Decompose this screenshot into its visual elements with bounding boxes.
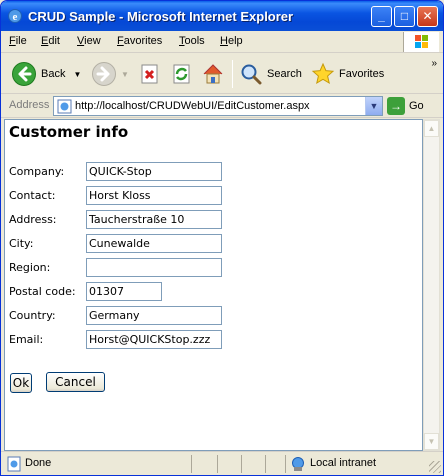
home-button[interactable] <box>201 59 225 89</box>
window-title: CRUD Sample - Microsoft Internet Explore… <box>28 9 294 24</box>
page-icon <box>57 99 72 114</box>
back-button[interactable]: Back ▼ <box>11 59 81 89</box>
home-icon <box>203 64 223 84</box>
page-content: Customer info Company: QUICK-Stop Contac… <box>4 119 423 451</box>
go-label: Go <box>409 100 424 112</box>
menu-favorites[interactable]: Favorites <box>117 35 162 47</box>
toolbar-separator <box>232 60 233 88</box>
address-field-label: Address: <box>9 213 57 226</box>
local-intranet-icon <box>292 457 304 471</box>
postal-code-label: Postal code: <box>9 285 76 298</box>
resize-grip-icon[interactable] <box>429 461 441 473</box>
scroll-down-arrow-icon[interactable]: ▼ <box>424 433 439 450</box>
internet-explorer-icon: e <box>8 9 22 23</box>
contact-label: Contact: <box>9 189 56 202</box>
status-pane <box>241 455 265 473</box>
toolbar: Back ▼ ▼ Search Favorites » <box>1 54 443 94</box>
back-label: Back <box>41 68 66 80</box>
status-pane <box>217 455 241 473</box>
menu-view[interactable]: View <box>77 35 101 47</box>
browser-window: e CRUD Sample - Microsoft Internet Explo… <box>0 0 444 476</box>
search-button[interactable]: Search <box>239 59 302 89</box>
ok-button[interactable]: Ok <box>10 373 32 393</box>
postal-code-input[interactable]: 01307 <box>86 282 162 301</box>
page-title: Customer info <box>9 123 129 141</box>
zone-text: Local intranet <box>310 457 377 469</box>
forward-arrow-icon <box>92 62 116 86</box>
company-label: Company: <box>9 165 65 178</box>
minimize-button[interactable]: _ <box>371 6 392 27</box>
title-bar[interactable]: e CRUD Sample - Microsoft Internet Explo… <box>1 1 443 31</box>
country-label: Country: <box>9 309 56 322</box>
city-label: City: <box>9 237 34 250</box>
status-pane <box>265 455 285 473</box>
search-label: Search <box>267 68 302 80</box>
favorites-star-icon <box>311 62 335 85</box>
email-label: Email: <box>9 333 44 346</box>
stop-button[interactable] <box>139 59 161 89</box>
address-url[interactable]: http://localhost/CRUDWebUI/EditCustomer.… <box>75 100 310 112</box>
address-input[interactable]: http://localhost/CRUDWebUI/EditCustomer.… <box>53 96 383 116</box>
go-arrow-icon: → <box>387 97 405 115</box>
close-button[interactable]: ✕ <box>417 6 438 27</box>
region-input[interactable] <box>86 258 222 277</box>
country-input[interactable]: Germany <box>86 306 222 325</box>
vertical-scrollbar[interactable]: ▲ ▼ <box>423 119 440 451</box>
forward-button[interactable]: ▼ <box>91 59 129 89</box>
cancel-button[interactable]: Cancel <box>46 372 105 392</box>
scroll-up-arrow-icon[interactable]: ▲ <box>424 120 439 137</box>
windows-logo-icon <box>403 32 439 52</box>
company-input[interactable]: QUICK-Stop <box>86 162 222 181</box>
stop-icon <box>141 64 158 84</box>
menu-tools[interactable]: Tools <box>179 35 205 47</box>
menu-edit[interactable]: Edit <box>41 35 60 47</box>
done-page-icon <box>7 456 21 472</box>
favorites-button[interactable]: Favorites <box>311 59 384 89</box>
maximize-button[interactable]: □ <box>394 6 415 27</box>
refresh-icon <box>173 64 190 84</box>
back-dropdown-icon[interactable]: ▼ <box>73 70 81 79</box>
toolbar-more-chevron-icon[interactable]: » <box>431 58 437 69</box>
menu-bar: File Edit View Favorites Tools Help <box>1 31 443 53</box>
email-input[interactable]: Horst@QUICKStop.zzz <box>86 330 222 349</box>
address-bar: Address http://localhost/CRUDWebUI/EditC… <box>1 94 443 118</box>
go-button[interactable]: → Go <box>387 96 424 116</box>
contact-input[interactable]: Horst Kloss <box>86 186 222 205</box>
region-label: Region: <box>9 261 51 274</box>
status-text: Done <box>25 457 52 469</box>
menu-file[interactable]: File <box>9 35 27 47</box>
svg-text:e: e <box>13 11 18 23</box>
back-arrow-icon <box>12 62 36 86</box>
address-label: Address <box>9 99 50 111</box>
address-field-input[interactable]: Taucherstraße 10 <box>86 210 222 229</box>
city-input[interactable]: Cunewalde <box>86 234 222 253</box>
search-icon <box>241 64 262 85</box>
address-dropdown-icon[interactable]: ▼ <box>365 97 382 115</box>
favorites-label: Favorites <box>339 68 385 80</box>
menu-help[interactable]: Help <box>220 35 243 47</box>
forward-dropdown-icon[interactable]: ▼ <box>121 70 129 79</box>
zone-pane: Local intranet <box>285 455 435 473</box>
status-bar: Done Local intranet <box>1 451 443 475</box>
status-pane <box>191 455 217 473</box>
refresh-button[interactable] <box>171 59 193 89</box>
